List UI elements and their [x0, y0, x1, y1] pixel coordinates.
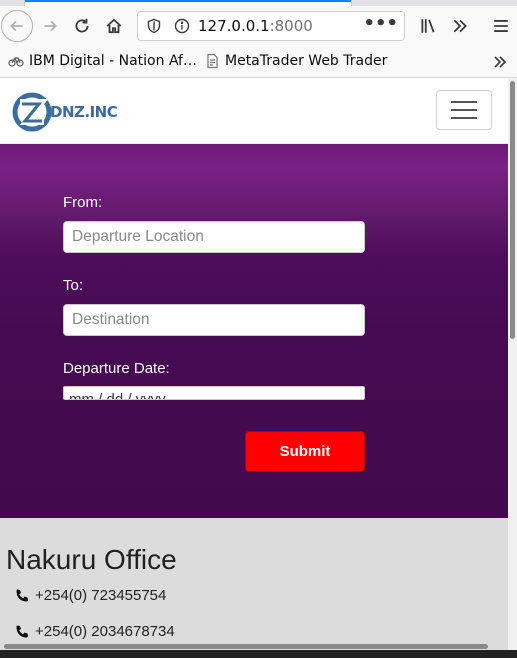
double-chevron-right-icon	[494, 56, 507, 68]
submit-button[interactable]: Submit	[245, 431, 365, 472]
hamburger-line	[451, 101, 477, 103]
site-header: DNZ.INC	[0, 78, 508, 144]
date-placeholder: mm / dd / yyyy	[69, 391, 166, 400]
phone-number[interactable]: +254(0) 723455754	[35, 587, 166, 604]
overflow-button[interactable]	[444, 10, 476, 42]
horizontal-scroll-thumb[interactable]	[4, 644, 488, 649]
horizontal-scrollbar[interactable]	[0, 642, 508, 650]
hamburger-line	[451, 109, 477, 111]
logo-mark-icon	[12, 92, 52, 132]
destination-input[interactable]: Destination	[63, 304, 365, 336]
home-icon	[106, 18, 122, 34]
library-button[interactable]	[412, 10, 444, 42]
arrow-left-icon	[10, 20, 23, 32]
site-logo[interactable]: DNZ.INC	[12, 92, 118, 132]
vertical-scroll-thumb[interactable]	[510, 81, 515, 339]
bookmark-label: IBM Digital - Nation Af…	[29, 53, 197, 69]
page-actions-icon[interactable]: •••	[363, 15, 398, 33]
library-icon	[421, 19, 435, 33]
bookmark-metatrader[interactable]: MetaTrader Web Trader	[204, 53, 387, 69]
phone-row: +254(0) 723455754	[14, 587, 166, 604]
page-viewport: DNZ.INC From: Departure Location To: Des…	[0, 78, 508, 650]
bookmarks-toolbar: IBM Digital - Nation Af… MetaTrader Web …	[0, 46, 517, 78]
reload-icon	[75, 18, 89, 33]
phone-icon	[16, 625, 28, 637]
logo-text: DNZ.INC	[50, 103, 118, 121]
phone-icon	[16, 589, 28, 601]
phone-number[interactable]: +254(0) 2034678734	[35, 623, 175, 640]
booking-section: From: Departure Location To: Destination…	[0, 144, 508, 518]
site-info-icon[interactable]	[174, 18, 190, 34]
office-section: Nakuru Office +254(0) 723455754 +254(0) …	[0, 518, 508, 650]
forward-button[interactable]	[34, 10, 66, 42]
window-bottom-edge	[0, 650, 517, 658]
url-bar[interactable]: 127.0.0.1:8000 •••	[137, 11, 405, 41]
reload-button[interactable]	[66, 10, 98, 42]
bookmark-label: MetaTrader Web Trader	[225, 53, 388, 69]
from-label: From:	[63, 194, 103, 211]
bookmarks-overflow-button[interactable]	[492, 54, 508, 70]
office-title: Nakuru Office	[6, 544, 177, 575]
menu-button[interactable]	[485, 10, 517, 42]
from-input[interactable]: Departure Location	[63, 221, 365, 253]
bookmark-ibm-digital[interactable]: IBM Digital - Nation Af…	[8, 53, 197, 69]
navbar-toggle-button[interactable]	[436, 90, 492, 130]
page-icon	[204, 53, 220, 69]
back-button[interactable]	[1, 10, 33, 42]
to-label: To:	[63, 277, 84, 294]
bicycle-icon	[8, 53, 24, 69]
departure-date-label: Departure Date:	[63, 360, 170, 377]
hamburger-menu-icon	[494, 20, 508, 32]
browser-toolbar: 127.0.0.1:8000 •••	[0, 6, 517, 46]
arrow-right-icon	[44, 20, 57, 32]
vertical-scrollbar[interactable]	[508, 78, 517, 650]
url-text[interactable]: 127.0.0.1:8000	[198, 17, 313, 35]
tracking-shield-icon[interactable]	[146, 18, 162, 34]
phone-row: +254(0) 2034678734	[14, 623, 175, 640]
home-button[interactable]	[98, 10, 130, 42]
departure-date-input[interactable]: mm / dd / yyyy	[63, 386, 365, 400]
hamburger-line	[451, 117, 477, 119]
double-chevron-right-icon	[453, 19, 467, 33]
